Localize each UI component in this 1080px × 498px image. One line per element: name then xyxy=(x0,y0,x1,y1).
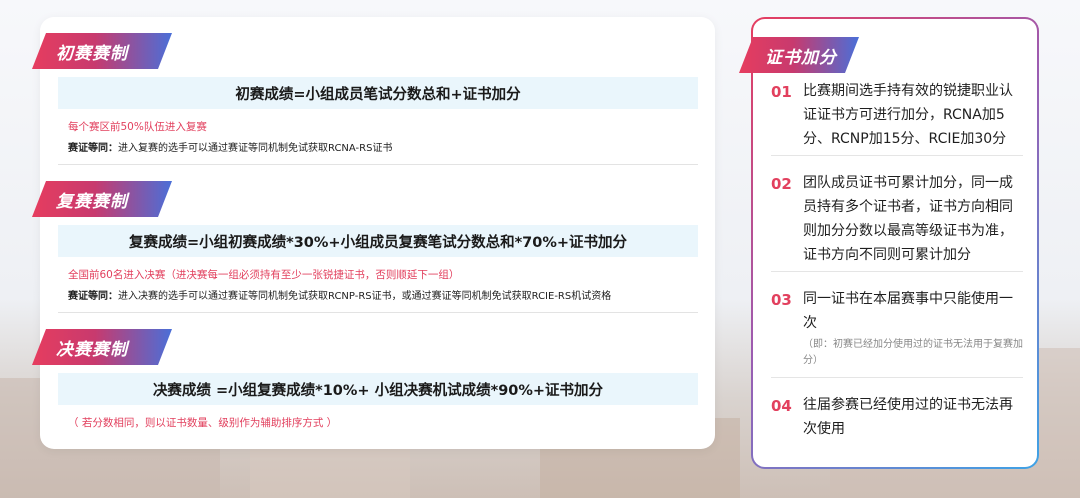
item-divider xyxy=(771,377,1023,378)
section-title: 证书加分 xyxy=(765,47,837,68)
item-number: 01 xyxy=(771,83,792,101)
item-text-wrapper: 同一证书在本届赛事中只能使用一次 （即：初赛已经加分使用过的证书无法用于复赛加分… xyxy=(803,287,1025,369)
cert-equivalence-note: 赛证等同：进入复赛的选手可以通过赛证等同机制免试获取RCNA-RS证书 xyxy=(68,139,392,154)
advance-note: 每个赛区前50%队伍进入复赛 xyxy=(68,121,207,133)
item-divider xyxy=(771,155,1023,156)
section-ribbon: 初赛赛制 xyxy=(32,33,172,69)
advance-note: 全国前60名进入决赛（进决赛每一组必须持有至少一张锐捷证书，否则顺延下一组） xyxy=(68,269,460,281)
section-ribbon: 复赛赛制 xyxy=(32,181,172,217)
item-text: 同一证书在本届赛事中只能使用一次 xyxy=(803,291,1013,331)
item-divider xyxy=(771,271,1023,272)
item-number: 04 xyxy=(771,397,792,415)
item-number: 03 xyxy=(771,291,792,309)
item-text: 比赛期间选手持有效的锐捷职业认证证书方可进行加分，RCNA加5分、RCNP加15… xyxy=(803,83,1013,147)
equivalence-label: 赛证等同： xyxy=(68,143,118,154)
item-text: 往届参赛已经使用过的证书无法再次使用 xyxy=(803,397,1013,437)
equivalence-label: 赛证等同： xyxy=(68,291,118,302)
item-text: 团队成员证书可累计加分，同一成员持有多个证书者，证书方向相同则加分分数以最高等级… xyxy=(803,175,1013,263)
competition-rules-card: 初赛赛制 初赛成绩=小组成员笔试分数总和+证书加分 每个赛区前50%队伍进入复赛… xyxy=(40,17,715,449)
score-formula: 初赛成绩=小组成员笔试分数总和+证书加分 xyxy=(58,77,698,109)
item-number: 02 xyxy=(771,175,792,193)
bonus-item: 03 同一证书在本届赛事中只能使用一次 （即：初赛已经加分使用过的证书无法用于复… xyxy=(771,287,1025,377)
equivalence-text: 进入决赛的选手可以通过赛证等同机制免试获取RCNP-RS证书，或通过赛证等同机制… xyxy=(118,291,612,302)
section-title: 复赛赛制 xyxy=(56,191,128,212)
section-ribbon: 证书加分 xyxy=(739,37,859,73)
bonus-item: 01 比赛期间选手持有效的锐捷职业认证证书方可进行加分，RCNA加5分、RCNP… xyxy=(771,79,1025,159)
bonus-item: 04 往届参赛已经使用过的证书无法再次使用 xyxy=(771,393,1025,453)
tiebreak-note: （ 若分数相同，则以证书数量、级别作为辅助排序方式 ） xyxy=(68,417,338,429)
score-formula: 决赛成绩 =小组复赛成绩*10%+ 小组决赛机试成绩*90%+证书加分 xyxy=(58,373,698,405)
section-title: 初赛赛制 xyxy=(56,43,128,64)
section-divider xyxy=(58,312,698,313)
item-subnote: （即：初赛已经加分使用过的证书无法用于复赛加分） xyxy=(803,339,1023,366)
section-divider xyxy=(58,164,698,165)
score-formula: 复赛成绩=小组初赛成绩*30%+小组成员复赛笔试分数总和*70%+证书加分 xyxy=(58,225,698,257)
cert-equivalence-note: 赛证等同：进入决赛的选手可以通过赛证等同机制免试获取RCNP-RS证书，或通过赛… xyxy=(68,287,611,302)
section-title: 决赛赛制 xyxy=(56,339,128,360)
equivalence-text: 进入复赛的选手可以通过赛证等同机制免试获取RCNA-RS证书 xyxy=(118,143,393,154)
certificate-bonus-card: 证书加分 01 比赛期间选手持有效的锐捷职业认证证书方可进行加分，RCNA加5分… xyxy=(751,17,1039,469)
section-ribbon: 决赛赛制 xyxy=(32,329,172,365)
bonus-item: 02 团队成员证书可累计加分，同一成员持有多个证书者，证书方向相同则加分分数以最… xyxy=(771,171,1025,271)
